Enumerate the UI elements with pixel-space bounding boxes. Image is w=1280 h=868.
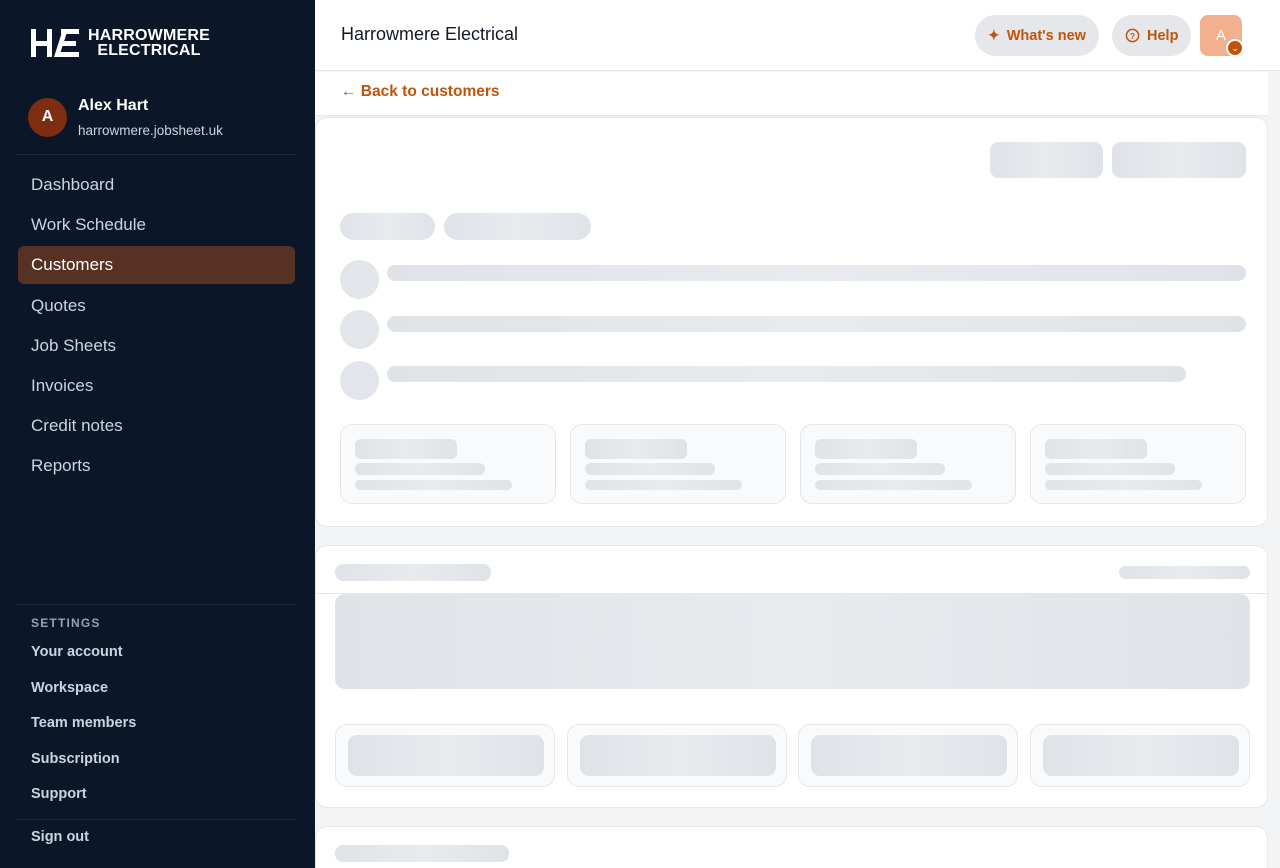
settings-heading: SETTINGS (31, 616, 101, 630)
skeleton-tile (1030, 724, 1250, 787)
skeleton-stat-card (800, 424, 1016, 504)
account-menu-button[interactable]: A ⌄ (1200, 15, 1244, 57)
help-circle-icon: ? (1125, 28, 1140, 43)
whats-new-button[interactable]: ✦ What's new (975, 15, 1099, 56)
user-profile[interactable]: A Alex Hart harrowmere.jobsheet.uk (28, 96, 223, 138)
nav-item-invoices[interactable]: Invoices (18, 367, 295, 405)
skeleton-line (387, 265, 1246, 281)
nav-item-reports[interactable]: Reports (18, 447, 295, 485)
skeleton-heading (335, 564, 491, 581)
skeleton-tag (340, 213, 435, 240)
skeleton-icon (340, 260, 379, 299)
company-logo[interactable]: HARROWMERE ELECTRICAL (30, 27, 210, 59)
nav-item-work-schedule[interactable]: Work Schedule (18, 206, 295, 244)
account-avatar-initial: A (1215, 27, 1226, 44)
skeleton-stat-card (570, 424, 786, 504)
he-logo-icon (31, 29, 79, 57)
settings-nav: Your account Workspace Team members Subs… (31, 643, 136, 821)
skeleton-heading (335, 845, 509, 862)
skeleton-tile-fill (1043, 735, 1239, 776)
chevron-down-icon: ⌄ (1226, 39, 1244, 57)
skeleton-stat-value (355, 439, 457, 459)
skeleton-tile (567, 724, 787, 787)
svg-text:?: ? (1130, 31, 1135, 41)
skeleton-stat-label (815, 480, 972, 490)
skeleton-tag (444, 213, 591, 240)
user-info: Alex Hart harrowmere.jobsheet.uk (78, 96, 223, 138)
skeleton-icon (340, 310, 379, 349)
user-domain: harrowmere.jobsheet.uk (78, 123, 223, 138)
skeleton-stat-label (355, 463, 485, 475)
skeleton-stat-label (585, 480, 742, 490)
skeleton-stat-card (1030, 424, 1246, 504)
skeleton-stat-label (1045, 480, 1202, 490)
skeleton-action-button (990, 142, 1103, 178)
customer-details-card-skeleton (315, 545, 1268, 808)
nav-item-dashboard[interactable]: Dashboard (18, 166, 295, 204)
skeleton-stat-label (1045, 463, 1175, 475)
skeleton-action-button (1112, 142, 1246, 178)
customer-summary-card-skeleton (315, 117, 1268, 527)
page-title: Harrowmere Electrical (341, 24, 519, 44)
signout-divider (16, 819, 297, 820)
whats-new-label: What's new (1006, 27, 1086, 44)
skeleton-stat-value (1045, 439, 1147, 459)
sidebar-divider (16, 154, 297, 155)
main-nav: Dashboard Work Schedule Customers Quotes… (18, 166, 295, 488)
back-to-customers-link[interactable]: ← Back to customers (341, 83, 500, 101)
skeleton-line (387, 316, 1246, 332)
nav-item-quotes[interactable]: Quotes (18, 287, 295, 325)
sidebar: HARROWMERE ELECTRICAL A Alex Hart harrow… (0, 0, 315, 868)
skeleton-stat-label (815, 463, 945, 475)
customer-activity-card-skeleton (315, 826, 1268, 868)
skeleton-tile-fill (811, 735, 1007, 776)
skeleton-icon (340, 361, 379, 400)
sign-out-link[interactable]: Sign out (31, 829, 89, 845)
help-label: Help (1147, 27, 1179, 44)
settings-item-team-members[interactable]: Team members (31, 714, 136, 750)
skeleton-stat-value (815, 439, 917, 459)
skeleton-stat-card (340, 424, 556, 504)
skeleton-tile (798, 724, 1018, 787)
settings-item-workspace[interactable]: Workspace (31, 679, 136, 715)
logo-wordmark: HARROWMERE ELECTRICAL (88, 27, 210, 59)
breadcrumb-bar: ← Back to customers (315, 72, 1268, 116)
logo-line-2: ELECTRICAL (97, 42, 201, 59)
user-name: Alex Hart (78, 97, 149, 114)
skeleton-tile-fill (580, 735, 776, 776)
settings-item-support[interactable]: Support (31, 785, 136, 821)
skeleton-tile (335, 724, 555, 787)
skeleton-tile-fill (348, 735, 544, 776)
top-header: Harrowmere Electrical ✦ What's new ? Hel… (315, 0, 1280, 71)
nav-item-customers[interactable]: Customers (18, 246, 295, 285)
help-button[interactable]: ? Help (1112, 15, 1192, 56)
settings-divider (16, 604, 297, 605)
sparkle-icon: ✦ (988, 27, 1000, 43)
nav-item-job-sheets[interactable]: Job Sheets (18, 327, 295, 365)
skeleton-stat-value (585, 439, 687, 459)
settings-item-your-account[interactable]: Your account (31, 643, 136, 679)
skeleton-stat-label (585, 463, 715, 475)
user-avatar: A (28, 97, 67, 137)
settings-item-subscription[interactable]: Subscription (31, 750, 136, 786)
skeleton-stat-label (355, 480, 512, 490)
skeleton-content-block (335, 594, 1250, 689)
nav-item-credit-notes[interactable]: Credit notes (18, 407, 295, 445)
skeleton-line (387, 366, 1186, 382)
logo-line-1: HARROWMERE (88, 27, 210, 44)
skeleton-meta (1119, 566, 1250, 579)
